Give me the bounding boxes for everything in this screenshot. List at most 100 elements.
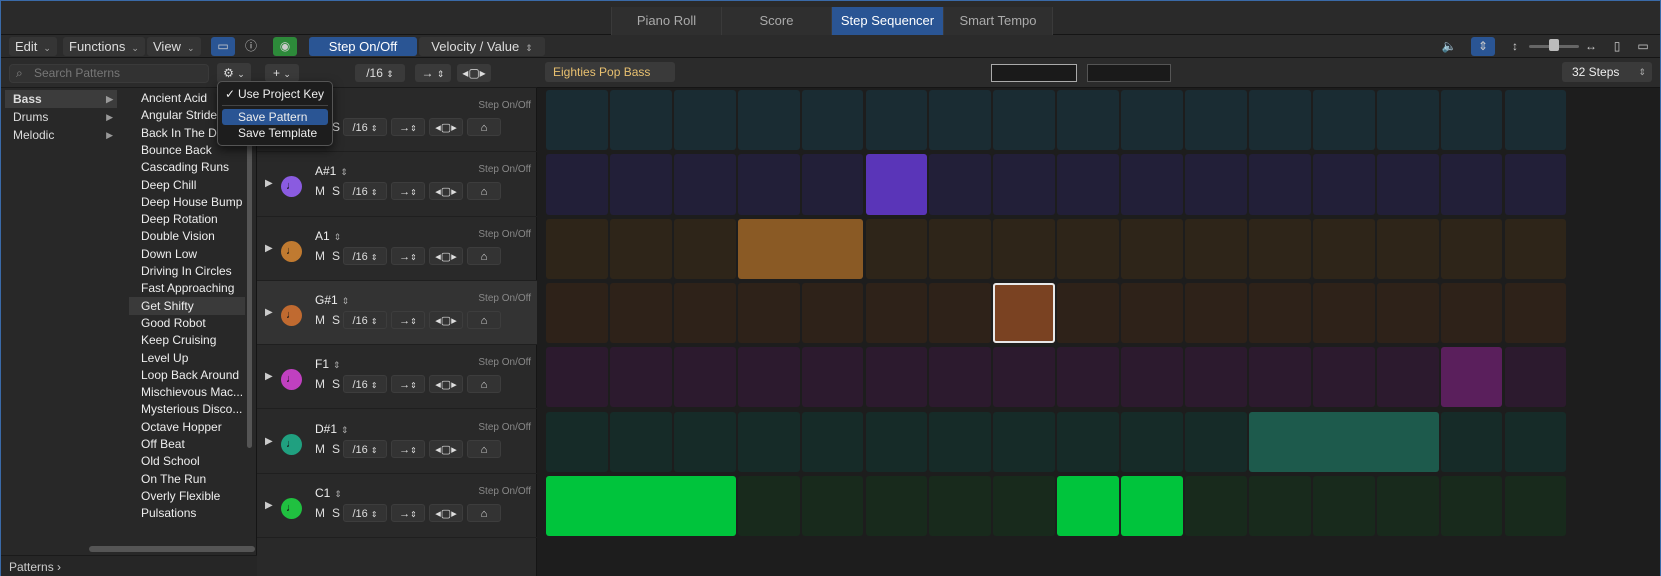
step-cell[interactable] <box>1248 154 1311 215</box>
step-cell[interactable] <box>865 218 928 279</box>
step-cell[interactable] <box>1185 347 1247 408</box>
step-cell[interactable] <box>865 475 928 537</box>
row-loop-control[interactable]: ◂▢▸ <box>429 503 463 522</box>
step-cell[interactable] <box>1121 218 1183 279</box>
step-cell[interactable] <box>546 411 608 472</box>
pattern-list-item[interactable]: Deep Rotation <box>129 210 245 228</box>
step-cell[interactable] <box>1248 475 1311 537</box>
step-cell[interactable] <box>1376 90 1439 151</box>
step-cell[interactable] <box>1248 218 1311 279</box>
step-cell[interactable] <box>1057 154 1120 215</box>
step-cell[interactable] <box>1121 347 1183 408</box>
pattern-overview-thumbnail-1[interactable] <box>991 64 1077 82</box>
step-cell[interactable] <box>1312 475 1375 537</box>
info-icon[interactable]: ⓘ <box>239 37 263 56</box>
solo-button[interactable]: S <box>329 184 343 198</box>
step-cell[interactable] <box>929 411 992 472</box>
tab-smart-tempo[interactable]: Smart Tempo <box>943 7 1053 35</box>
step-cell[interactable] <box>546 218 608 279</box>
menu-item-use-project-key[interactable]: ✓ Use Project Key <box>222 86 328 102</box>
step-cell[interactable] <box>1376 218 1439 279</box>
tab-score[interactable]: Score <box>721 7 831 35</box>
step-cell[interactable] <box>1248 347 1311 408</box>
vertical-zoom-icon[interactable]: ↕ <box>1503 37 1527 56</box>
row-playback-mode[interactable]: →⇕ <box>391 503 425 522</box>
step-cell-on[interactable] <box>865 154 928 215</box>
step-cell[interactable] <box>1057 282 1120 344</box>
row-note-name[interactable]: F1 ⇕ <box>315 357 341 371</box>
step-cell[interactable] <box>737 154 800 215</box>
step-cell-on[interactable] <box>546 475 736 537</box>
row-playback-mode[interactable]: →⇕ <box>391 310 425 329</box>
note-icon[interactable]: ♩ <box>281 497 302 519</box>
step-cell[interactable] <box>929 475 992 537</box>
disclosure-triangle-icon[interactable]: ▶ <box>265 307 273 318</box>
row-rate-selector[interactable]: /16 ⇕ <box>343 375 387 394</box>
mute-button[interactable]: M <box>313 442 327 456</box>
note-icon[interactable]: ♩ <box>281 240 302 262</box>
step-cell[interactable] <box>865 347 928 408</box>
row-note-name[interactable]: D#1 ⇕ <box>315 422 349 436</box>
pattern-list-item[interactable]: Double Vision <box>129 227 245 245</box>
row-lock-control[interactable]: ⌂ <box>467 503 501 522</box>
step-cell[interactable] <box>1312 347 1375 408</box>
step-cell[interactable] <box>993 411 1056 472</box>
inspector-icon[interactable]: ▯ <box>1605 37 1629 56</box>
sequencer-row-header[interactable]: ▶ ♩ F1 ⇕ Step On/Off M S/16 ⇕ →⇕ ◂▢▸ ⌂ <box>257 345 537 410</box>
mute-button[interactable]: M <box>313 184 327 198</box>
step-cell[interactable] <box>1376 282 1439 344</box>
row-rate-selector[interactable]: /16 ⇕ <box>343 503 387 522</box>
step-cell[interactable] <box>1312 90 1375 151</box>
row-rate-selector[interactable]: /16 ⇕ <box>343 182 387 201</box>
step-cell-on[interactable] <box>737 218 864 279</box>
step-cell[interactable] <box>673 218 736 279</box>
step-cell[interactable] <box>609 282 672 344</box>
panel-icon[interactable]: ▭ <box>1631 37 1655 56</box>
row-loop-control[interactable]: ◂▢▸ <box>429 439 463 458</box>
row-loop-control[interactable]: ◂▢▸ <box>429 246 463 265</box>
disclosure-triangle-icon[interactable]: ▶ <box>265 500 273 511</box>
note-icon[interactable]: ♩ <box>281 304 302 326</box>
row-rate-selector[interactable]: /16 ⇕ <box>343 118 387 136</box>
step-cell[interactable] <box>1057 347 1120 408</box>
pattern-list-item[interactable]: Deep Chill <box>129 176 245 194</box>
mute-button[interactable]: M <box>313 506 327 520</box>
menu-item-save-pattern[interactable]: Save Pattern <box>222 109 328 125</box>
search-patterns-input[interactable]: ⌕ Search Patterns <box>9 64 209 83</box>
step-cell[interactable] <box>993 90 1056 151</box>
loop-range-control[interactable]: ◂▢▸ <box>457 64 491 82</box>
step-cell[interactable] <box>1504 154 1567 215</box>
step-cell[interactable] <box>1376 347 1439 408</box>
step-cell[interactable] <box>929 90 992 151</box>
step-cell[interactable] <box>993 347 1056 408</box>
step-cell[interactable] <box>1504 347 1567 408</box>
view-menu-button[interactable]: View ⌄ <box>147 37 201 56</box>
row-rate-selector[interactable]: /16 ⇕ <box>343 246 387 265</box>
mute-button[interactable]: M <box>313 249 327 263</box>
pattern-list-item[interactable]: Down Low <box>129 245 245 263</box>
solo-button[interactable]: S <box>329 249 343 263</box>
step-cell[interactable] <box>609 411 672 472</box>
solo-button[interactable]: S <box>329 313 343 327</box>
step-cell[interactable] <box>993 218 1056 279</box>
row-lock-control[interactable]: ⌂ <box>467 246 501 265</box>
row-lock-control[interactable]: ⌂ <box>467 182 501 201</box>
step-cell[interactable] <box>1440 154 1503 215</box>
step-cell[interactable] <box>546 154 608 215</box>
step-cell[interactable] <box>993 475 1056 537</box>
pattern-list-item[interactable]: Good Robot <box>129 314 245 332</box>
step-cell[interactable] <box>1376 475 1439 537</box>
step-cell[interactable] <box>737 347 800 408</box>
solo-button[interactable]: S <box>329 506 343 520</box>
note-icon[interactable]: ♩ <box>281 176 302 198</box>
row-note-name[interactable]: A#1 ⇕ <box>315 164 348 178</box>
step-cell[interactable] <box>1440 411 1503 472</box>
step-cell[interactable] <box>546 282 608 344</box>
row-playback-mode[interactable]: →⇕ <box>391 375 425 394</box>
solo-button[interactable]: S <box>329 377 343 391</box>
edit-menu-button[interactable]: Edit ⌄ <box>9 37 57 56</box>
step-cell[interactable] <box>1504 282 1567 344</box>
sequencer-row-header[interactable]: ▶ ♩ A1 ⇕ Step On/Off M S/16 ⇕ →⇕ ◂▢▸ ⌂ <box>257 217 537 281</box>
mute-button[interactable]: M <box>313 313 327 327</box>
row-loop-control[interactable]: ◂▢▸ <box>429 118 463 136</box>
